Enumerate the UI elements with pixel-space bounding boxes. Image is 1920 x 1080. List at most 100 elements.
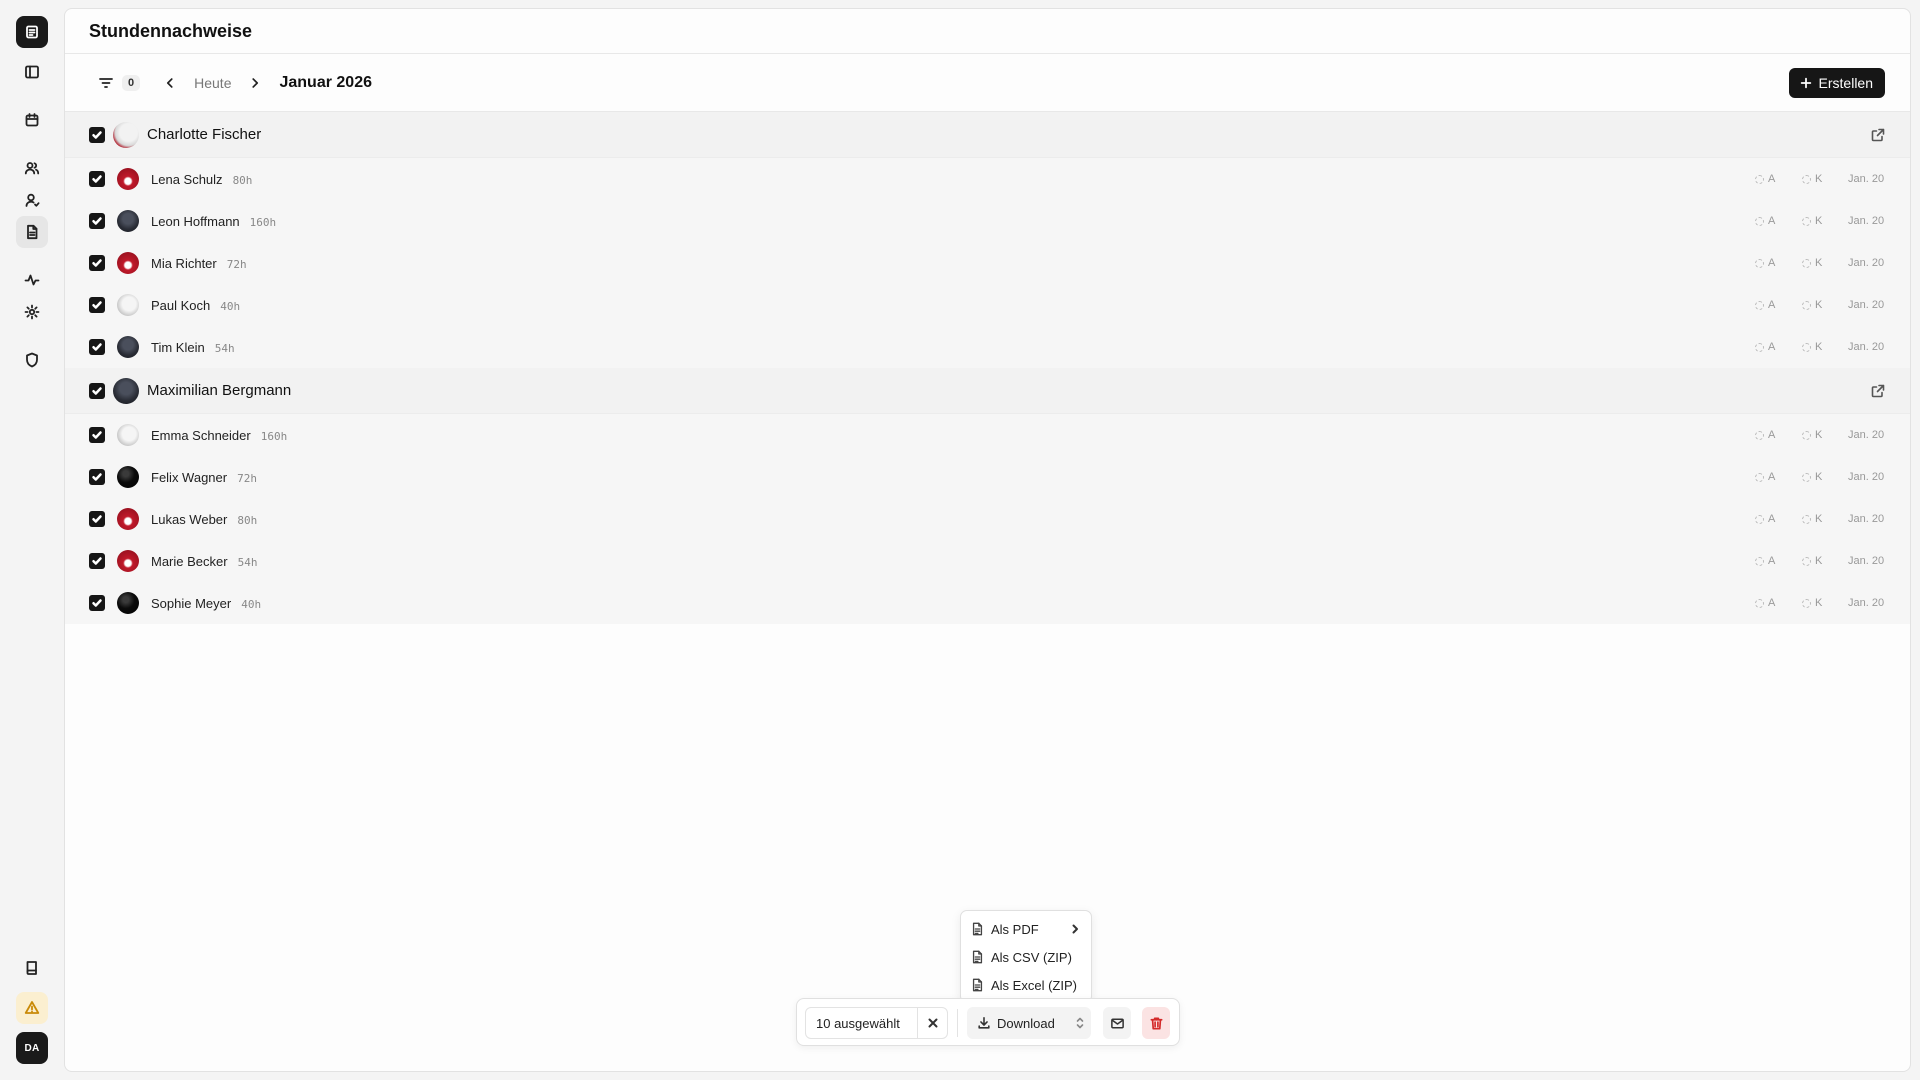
status-a[interactable]: A — [1755, 555, 1775, 567]
row-checkbox[interactable] — [89, 469, 105, 485]
avatar — [113, 377, 139, 404]
status-k-label: K — [1815, 597, 1823, 609]
table-row[interactable]: Emma Schneider 160h A K Jan. 20 — [65, 414, 1910, 456]
status-k[interactable]: K — [1802, 429, 1822, 441]
status-k[interactable]: K — [1802, 513, 1822, 525]
status-k[interactable]: K — [1802, 471, 1822, 483]
row-checkbox[interactable] — [89, 553, 105, 569]
calendar-icon[interactable] — [16, 104, 48, 136]
status-k[interactable]: K — [1802, 215, 1822, 227]
table-row[interactable]: Mia Richter 72h A K Jan. 20 — [65, 242, 1910, 284]
status-circle-icon — [1802, 556, 1811, 566]
toolbar: 0 Heute Januar 2026 Erstellen — [65, 54, 1910, 112]
table-row[interactable]: Tim Klein 54h A K Jan. 20 — [65, 326, 1910, 368]
app-logo-icon[interactable] — [16, 16, 48, 48]
status-a-label: A — [1768, 173, 1776, 185]
next-month-button[interactable] — [245, 73, 265, 93]
status-circle-icon — [1755, 342, 1764, 352]
users-icon[interactable] — [16, 152, 48, 184]
member-name: Mia Richter — [151, 255, 217, 271]
row-checkbox[interactable] — [89, 511, 105, 527]
timesheet-icon[interactable] — [16, 216, 48, 248]
plus-icon — [1800, 77, 1811, 89]
external-link-icon[interactable] — [1870, 127, 1886, 143]
chevron-right-icon — [252, 77, 259, 88]
table-row[interactable]: Lukas Weber 80h A K Jan. 20 — [65, 498, 1910, 540]
check-icon — [92, 473, 102, 481]
row-checkbox[interactable] — [89, 297, 105, 313]
user-avatar[interactable]: DA — [16, 1032, 48, 1064]
status-a[interactable]: A — [1755, 215, 1775, 227]
status-k[interactable]: K — [1802, 341, 1822, 353]
row-checkbox[interactable] — [89, 171, 105, 187]
status-k[interactable]: K — [1802, 555, 1822, 567]
avatar — [117, 252, 139, 274]
status-a[interactable]: A — [1755, 429, 1775, 441]
status-a[interactable]: A — [1755, 257, 1775, 269]
status-k-label: K — [1815, 257, 1823, 269]
download-button[interactable]: Download — [967, 1007, 1091, 1039]
check-icon — [92, 130, 102, 139]
group-checkbox[interactable] — [89, 382, 105, 399]
email-button[interactable] — [1103, 1007, 1131, 1039]
row-checkbox[interactable] — [89, 595, 105, 611]
member-name: Emma Schneider — [151, 427, 251, 443]
menu-item-label: Als Excel (ZIP) — [991, 977, 1077, 993]
page-header: Stundennachweise — [65, 9, 1910, 54]
group-checkbox[interactable] — [89, 126, 105, 143]
row-date: Jan. 20 — [1848, 555, 1885, 567]
user-check-icon[interactable] — [16, 184, 48, 216]
shield-icon[interactable] — [16, 344, 48, 376]
status-a[interactable]: A — [1755, 597, 1775, 609]
row-date: Jan. 20 — [1848, 597, 1885, 609]
close-icon — [928, 1018, 938, 1028]
status-a-label: A — [1768, 513, 1776, 525]
group-row[interactable]: Charlotte Fischer — [65, 112, 1910, 158]
warning-icon[interactable] — [16, 992, 48, 1024]
avatar — [117, 508, 139, 530]
clear-selection-button[interactable] — [917, 1008, 947, 1038]
row-checkbox[interactable] — [89, 213, 105, 229]
menu-item-excel[interactable]: Als Excel (ZIP) — [961, 971, 1091, 999]
check-icon — [92, 515, 102, 523]
status-a[interactable]: A — [1755, 513, 1775, 525]
book-icon[interactable] — [16, 952, 48, 984]
status-a[interactable]: A — [1755, 299, 1775, 311]
row-checkbox[interactable] — [89, 339, 105, 355]
status-a-label: A — [1768, 429, 1776, 441]
delete-button[interactable] — [1142, 1007, 1170, 1039]
previous-month-button[interactable] — [160, 73, 180, 93]
menu-item-pdf[interactable]: Als PDF — [961, 915, 1091, 943]
menu-item-label: Als CSV (ZIP) — [991, 949, 1072, 965]
table-row[interactable]: Sophie Meyer 40h A K Jan. 20 — [65, 582, 1910, 624]
toggle-sidebar-icon[interactable] — [16, 56, 48, 88]
activity-icon[interactable] — [16, 264, 48, 296]
member-name: Lukas Weber — [151, 511, 228, 527]
download-menu: Als PDF Als CSV (ZIP) Als Excel (ZIP) — [960, 910, 1092, 1003]
menu-item-csv[interactable]: Als CSV (ZIP) — [961, 943, 1091, 971]
gear-icon[interactable] — [16, 296, 48, 328]
group-row[interactable]: Maximilian Bergmann — [65, 368, 1910, 414]
status-a-label: A — [1768, 299, 1776, 311]
table-row[interactable]: Marie Becker 54h A K Jan. 20 — [65, 540, 1910, 582]
status-k[interactable]: K — [1802, 257, 1822, 269]
today-button[interactable]: Heute — [194, 75, 231, 91]
user-initials: DA — [24, 1042, 40, 1054]
filter-button[interactable]: 0 — [98, 74, 141, 91]
table-row[interactable]: Lena Schulz 80h A K Jan. 20 — [65, 158, 1910, 200]
external-link-icon[interactable] — [1870, 383, 1886, 399]
selection-count-label: 10 ausgewählt — [816, 1015, 900, 1031]
status-a[interactable]: A — [1755, 341, 1775, 353]
status-k[interactable]: K — [1802, 173, 1822, 185]
member-name: Lena Schulz — [151, 171, 223, 187]
table-row[interactable]: Leon Hoffmann 160h A K Jan. 20 — [65, 200, 1910, 242]
status-k[interactable]: K — [1802, 299, 1822, 311]
row-checkbox[interactable] — [89, 427, 105, 443]
create-button[interactable]: Erstellen — [1788, 68, 1885, 98]
row-checkbox[interactable] — [89, 255, 105, 271]
table-row[interactable]: Felix Wagner 72h A K Jan. 20 — [65, 456, 1910, 498]
table-row[interactable]: Paul Koch 40h A K Jan. 20 — [65, 284, 1910, 326]
status-a[interactable]: A — [1755, 471, 1775, 483]
status-k[interactable]: K — [1802, 597, 1822, 609]
status-a[interactable]: A — [1755, 173, 1775, 185]
